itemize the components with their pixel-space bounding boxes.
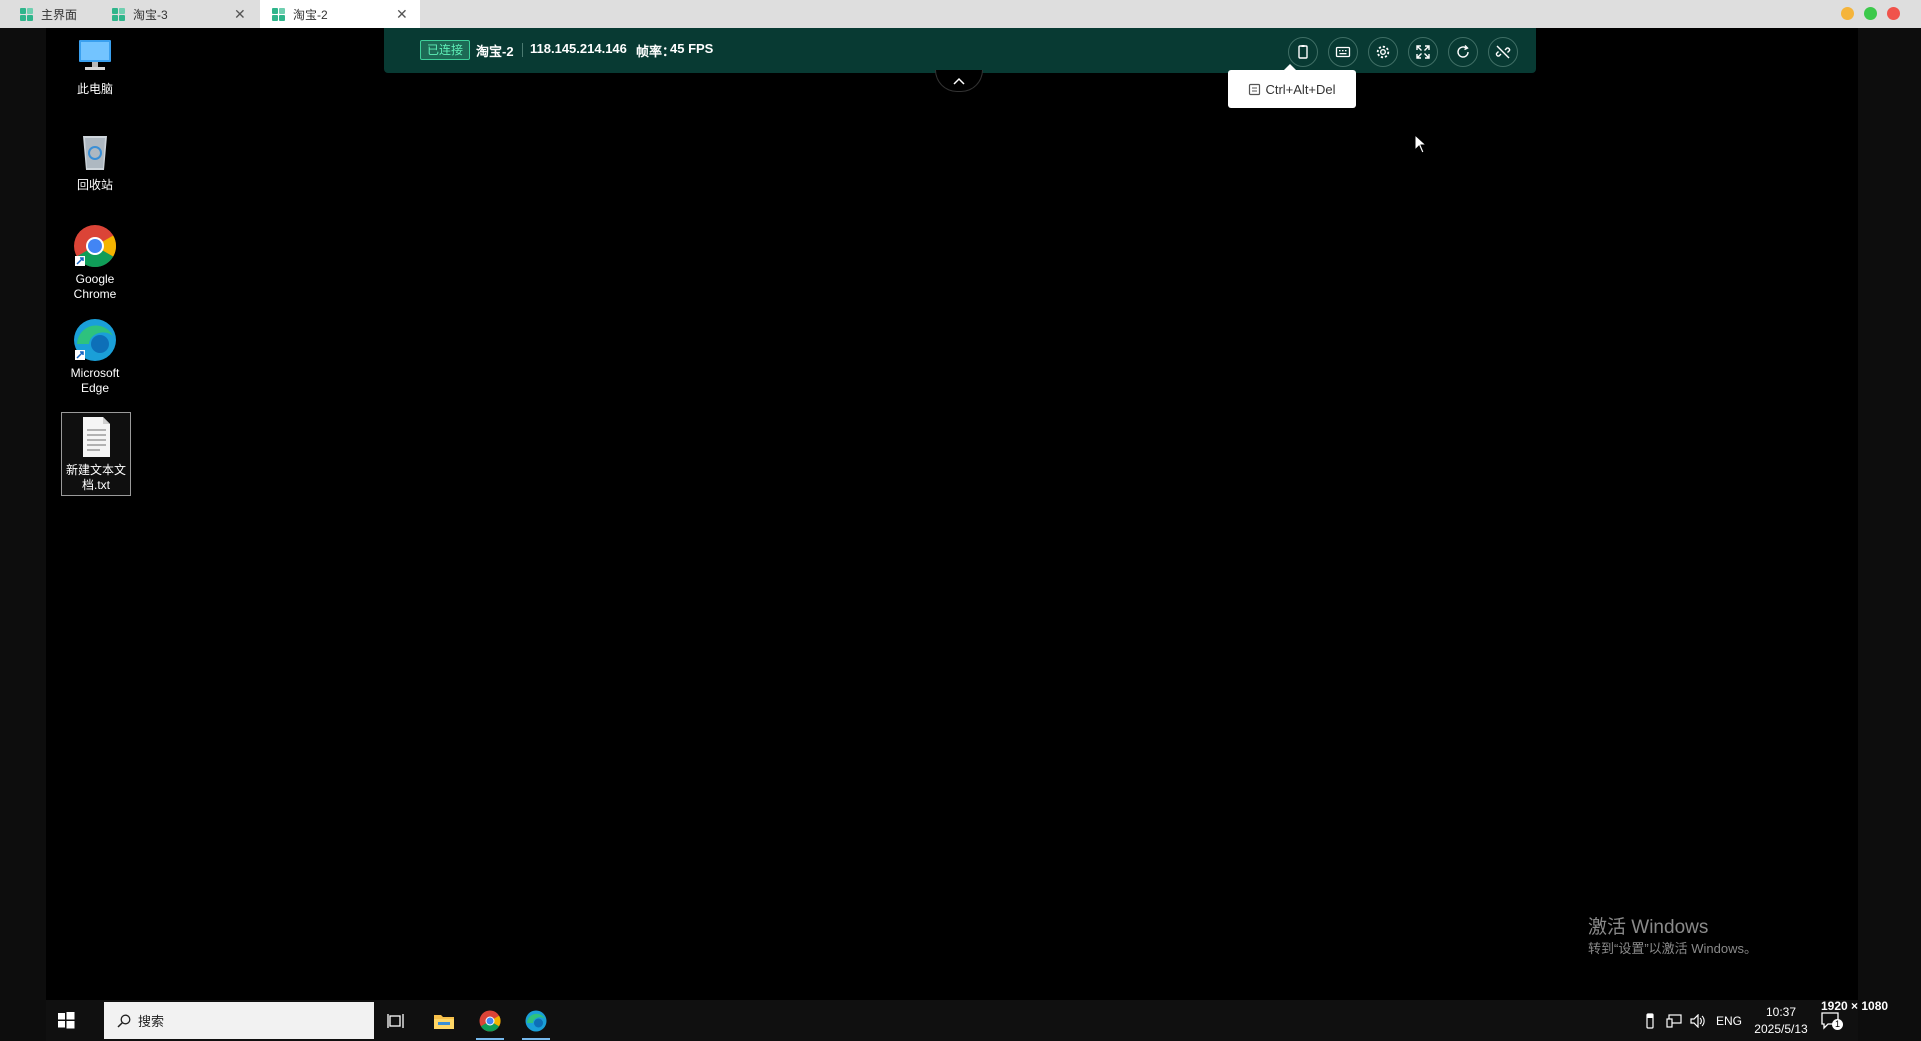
desktop-icon-text-file[interactable]: 新建文本文档.txt: [61, 412, 131, 496]
keyboard-icon: [1335, 46, 1351, 58]
clock-date: 2025/5/13: [1754, 1022, 1808, 1036]
chrome-taskbar-button[interactable]: [470, 1004, 510, 1040]
close-tab-icon[interactable]: ✕: [396, 6, 408, 23]
input-language-indicator[interactable]: ENG: [1716, 1014, 1742, 1028]
tab-label: 主界面: [41, 7, 78, 22]
fps-value: 45 FPS: [670, 41, 714, 56]
toolbar-divider: [522, 43, 523, 57]
refresh-button[interactable]: [1448, 37, 1478, 67]
fullscreen-button[interactable]: [1408, 37, 1438, 67]
taskbar: 搜索 ENG 10:37 2025/5/13 1: [46, 1000, 1858, 1041]
edge-icon: [525, 1010, 547, 1032]
tooltip-text: Ctrl+Alt+Del: [1265, 81, 1336, 97]
minimize-button[interactable]: [1841, 7, 1854, 20]
send-ctrl-alt-del-button[interactable]: [1288, 37, 1318, 67]
activation-watermark-subtitle: 转到“设置”以激活 Windows。: [1588, 941, 1758, 956]
activation-watermark-title: 激活 Windows: [1588, 917, 1709, 938]
mouse-cursor-icon: [1414, 134, 1428, 154]
chevron-up-icon: [953, 77, 965, 85]
close-window-button[interactable]: [1887, 7, 1900, 20]
tab-main[interactable]: 主界面: [0, 0, 110, 28]
toolbar-tooltip: Ctrl+Alt+Del: [1228, 64, 1356, 108]
desktop-icon-this-pc[interactable]: 此电脑: [60, 34, 130, 97]
settings-icon: [1376, 45, 1390, 59]
taskbar-search-box[interactable]: 搜索: [104, 1002, 374, 1039]
file-explorer-icon: [434, 1015, 454, 1029]
desktop-icon-label: 新建文本文档.txt: [65, 463, 126, 492]
desktop-icon-label: 回收站: [76, 178, 113, 192]
task-view-icon: [387, 1014, 404, 1028]
search-placeholder: 搜索: [138, 1014, 165, 1029]
desktop-icon-recycle-bin[interactable]: 回收站: [60, 130, 130, 193]
tab-taobao-3[interactable]: 淘宝-3 ✕: [110, 0, 260, 28]
edge-icon: [73, 318, 117, 362]
desktop-icon-label: Google Chrome: [73, 272, 117, 301]
chrome-icon: [73, 224, 117, 268]
windows-logo-icon: [58, 1012, 75, 1029]
computer-icon: [73, 34, 117, 78]
viewport-margin-right: [1858, 28, 1921, 1041]
desktop-icon-chrome[interactable]: Google Chrome: [60, 224, 130, 302]
recycle-bin-icon: [73, 130, 117, 174]
edge-taskbar-button[interactable]: [516, 1004, 556, 1040]
app-grid-icon: [112, 7, 125, 21]
taskbar-clock[interactable]: 10:37 2025/5/13: [1746, 1004, 1816, 1038]
app-grid-icon: [272, 7, 285, 21]
volume-icon[interactable]: [1690, 1013, 1706, 1028]
network-icon[interactable]: [1666, 1013, 1682, 1028]
remote-desktop-viewport[interactable]: [46, 28, 1858, 1041]
app-grid-icon: [20, 7, 33, 21]
title-tab-bar: 主界面 淘宝-3 ✕ 淘宝-2 ✕: [0, 0, 1921, 28]
keyboard-button[interactable]: [1328, 37, 1358, 67]
refresh-icon: [1457, 45, 1469, 58]
disconnect-icon: [1495, 45, 1511, 59]
remote-ip-address: 118.145.214.146: [530, 41, 627, 56]
clock-time: 10:37: [1765, 1005, 1797, 1019]
system-tray: ENG: [1644, 1000, 1742, 1041]
remote-host-name: 淘宝-2: [476, 44, 514, 59]
remote-resolution-label: 1920 × 1080: [1821, 999, 1889, 1013]
desktop-icon-label: 此电脑: [76, 82, 113, 96]
connection-status-badge: 已连接: [420, 40, 471, 60]
tab-taobao-2[interactable]: 淘宝-2 ✕: [260, 0, 420, 28]
search-icon: [117, 1014, 131, 1028]
clipboard-icon: [1249, 83, 1261, 95]
task-view-button[interactable]: [376, 1004, 416, 1038]
usb-device-icon[interactable]: [1644, 1012, 1656, 1029]
text-file-icon: [74, 415, 118, 459]
viewport-margin-left: [0, 28, 46, 1041]
desktop-icon-label: Microsoft Edge: [70, 366, 120, 395]
remote-control-toolbar: 已连接 淘宝-2 118.145.214.146 帧率： 45 FPS: [384, 28, 1536, 73]
chrome-icon: [479, 1010, 501, 1032]
disconnect-button[interactable]: [1488, 37, 1518, 67]
clipboard-icon: [1298, 45, 1308, 59]
close-tab-icon[interactable]: ✕: [234, 6, 246, 23]
file-explorer-button[interactable]: [424, 1004, 464, 1038]
desktop-icon-edge[interactable]: Microsoft Edge: [60, 318, 130, 396]
tab-label: 淘宝-3: [133, 7, 168, 22]
notification-count: 1: [1832, 1019, 1843, 1030]
fullscreen-icon: [1416, 45, 1430, 59]
maximize-button[interactable]: [1864, 7, 1877, 20]
start-button[interactable]: [56, 1010, 76, 1030]
settings-button[interactable]: [1368, 37, 1398, 67]
tab-label: 淘宝-2: [293, 7, 328, 22]
notification-center-button[interactable]: 1: [1820, 1010, 1843, 1032]
